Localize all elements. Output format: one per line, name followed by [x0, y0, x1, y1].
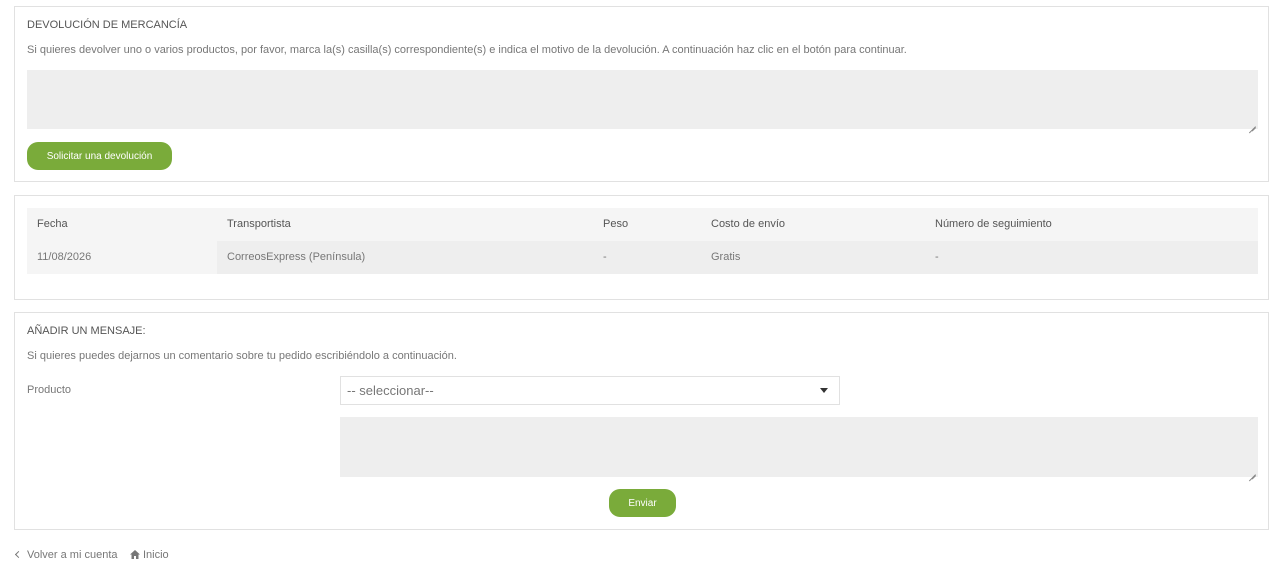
home-label: Inicio [143, 549, 169, 561]
send-button[interactable]: Enviar [609, 489, 676, 517]
return-description: Si quieres devolver uno o varios product… [27, 44, 907, 56]
home-icon [130, 550, 140, 559]
product-label: Producto [27, 384, 72, 396]
cell-date: 11/08/2026 [27, 241, 217, 274]
header-date: Fecha [37, 218, 68, 230]
request-return-button[interactable]: Solicitar una devolución [27, 142, 172, 170]
cell-tracking-number: - [935, 251, 939, 263]
header-carrier: Transportista [227, 218, 291, 230]
return-title: DEVOLUCIÓN DE MERCANCÍA [27, 19, 188, 31]
return-panel: DEVOLUCIÓN DE MERCANCÍA Si quieres devol… [14, 6, 1269, 182]
shipping-panel: Fecha Transportista Peso Costo de envío … [14, 195, 1269, 300]
message-description: Si quieres puedes dejarnos un comentario… [27, 350, 457, 362]
header-shipping-cost: Costo de envío [711, 218, 785, 230]
product-select-value: -- seleccionar-- [347, 383, 434, 398]
chevron-down-icon [820, 388, 828, 393]
home-link[interactable]: Inicio [130, 549, 169, 561]
cell-shipping-cost: Gratis [711, 251, 741, 263]
return-reason-textarea[interactable] [27, 70, 1258, 129]
resize-grip-icon[interactable] [1249, 120, 1256, 127]
cell-weight: - [603, 251, 607, 263]
cell-carrier: CorreosExpress (Península) [227, 251, 366, 263]
header-tracking-number: Número de seguimiento [935, 218, 1052, 230]
message-panel: AÑADIR UN MENSAJE: Si quieres puedes dej… [14, 312, 1269, 530]
table-row: 11/08/2026 CorreosExpress (Península) - … [27, 241, 1258, 274]
message-textarea[interactable] [340, 417, 1258, 477]
resize-grip-icon[interactable] [1249, 468, 1256, 475]
back-to-account-label: Volver a mi cuenta [27, 549, 118, 561]
message-title: AÑADIR UN MENSAJE: [27, 325, 146, 337]
header-weight: Peso [603, 218, 629, 230]
shipping-table-header: Fecha Transportista Peso Costo de envío … [27, 208, 1258, 241]
product-select[interactable]: -- seleccionar-- [340, 376, 840, 405]
back-to-account-link[interactable]: Volver a mi cuenta [14, 549, 118, 561]
shipping-table: Fecha Transportista Peso Costo de envío … [27, 208, 1258, 274]
chevron-left-icon [14, 550, 23, 559]
